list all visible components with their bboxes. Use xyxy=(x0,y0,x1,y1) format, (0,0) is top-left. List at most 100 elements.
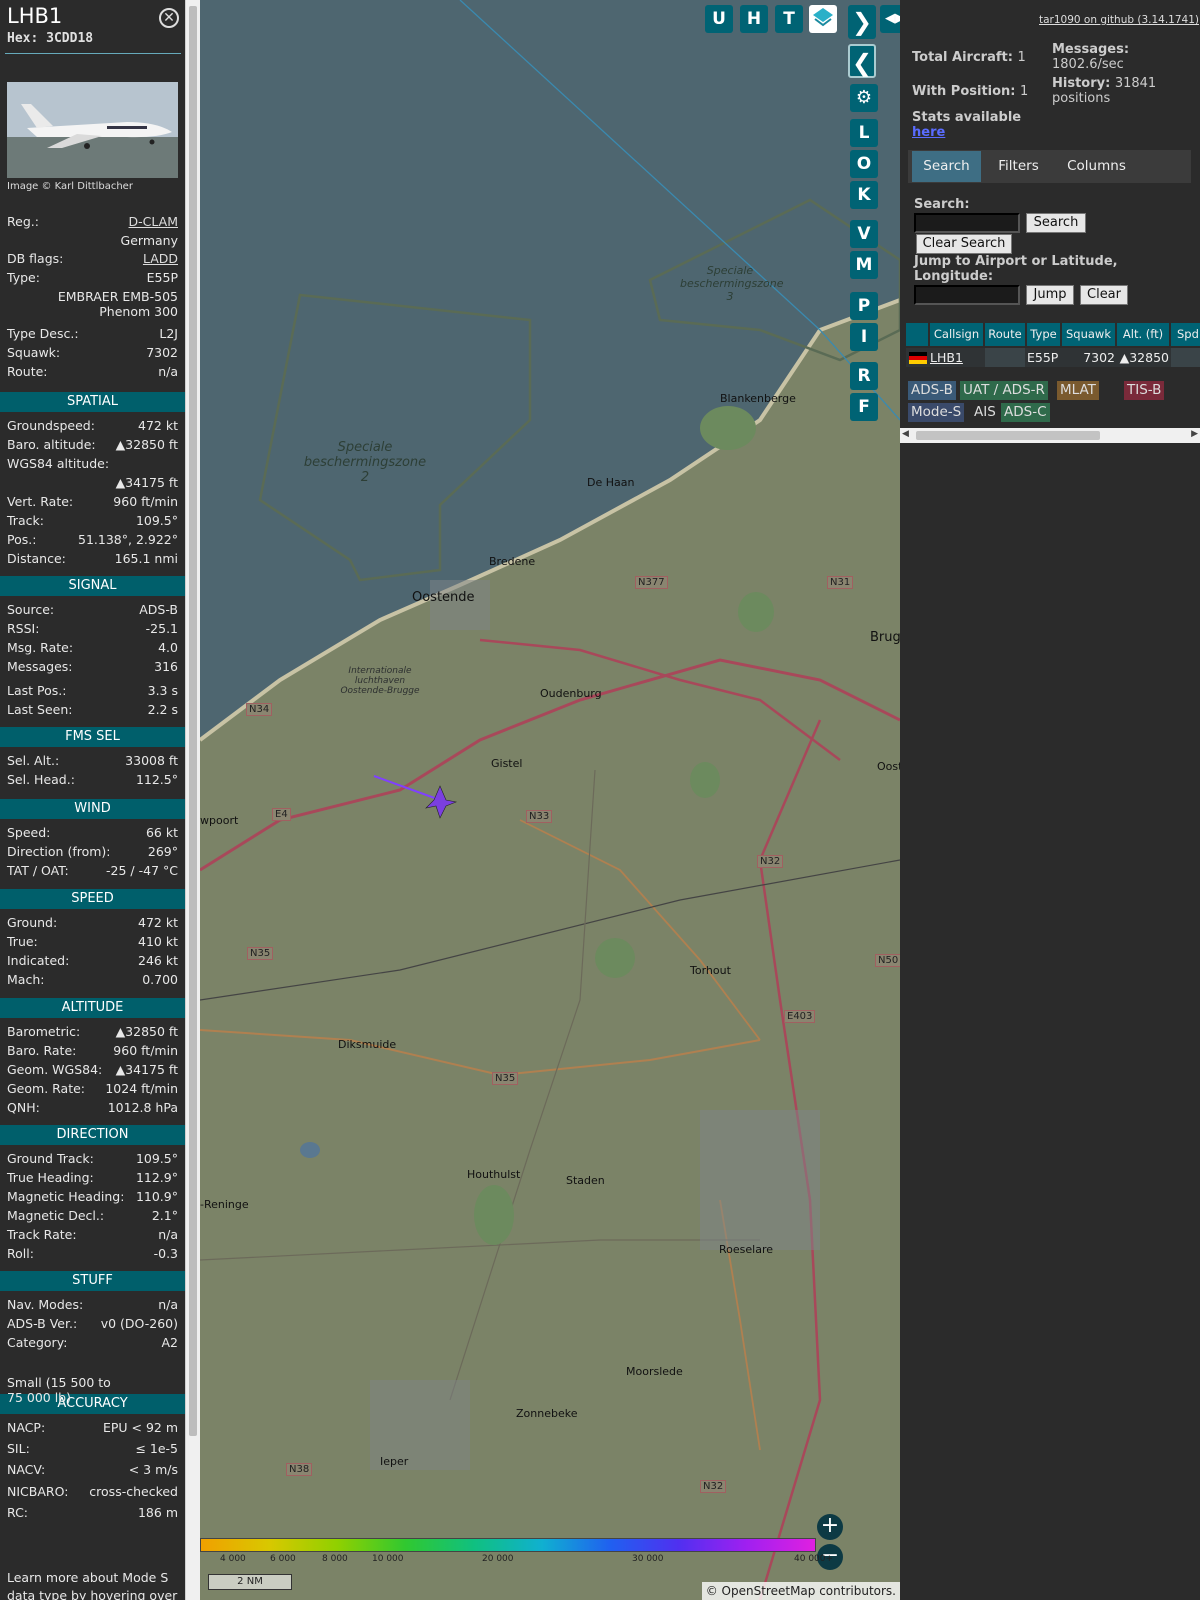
altitude-value: ▲32850 ft xyxy=(115,1024,178,1039)
road-label: N35 xyxy=(247,947,274,960)
source-badge[interactable]: AIS xyxy=(971,403,999,422)
place-roeselare: Roeselare xyxy=(719,1243,773,1256)
signal-value: 2.2 s xyxy=(147,702,178,717)
layers-icon[interactable] xyxy=(809,5,837,33)
column-speed[interactable]: Spd xyxy=(1171,323,1200,346)
place-oudenburg: Oudenburg xyxy=(540,687,602,700)
table-horizontal-scrollbar[interactable]: ◀ ▶ xyxy=(900,428,1200,443)
jump-input[interactable] xyxy=(914,285,1020,305)
search-label: Search: xyxy=(914,197,970,212)
source-badge[interactable]: ADS-C xyxy=(1001,403,1050,422)
map-button-m[interactable]: M xyxy=(850,251,878,279)
info-type: Type: E55P xyxy=(7,270,178,285)
map-button-p[interactable]: P xyxy=(850,292,878,320)
stats-link[interactable]: here xyxy=(912,125,945,140)
altitude-scale-label: 6 000 xyxy=(270,1554,296,1564)
altitude-row: QNH: 1012.8 hPa xyxy=(7,1100,178,1115)
direction-label: Track Rate: xyxy=(7,1227,77,1242)
search-input[interactable] xyxy=(914,213,1020,233)
zoom-in-icon[interactable]: + xyxy=(817,1514,843,1540)
row-altitude: ▲32850 xyxy=(1119,350,1169,365)
map-button-o[interactable]: O xyxy=(850,150,878,178)
row-callsign[interactable]: LHB1 xyxy=(930,348,963,367)
spatial-label: Pos.: xyxy=(7,532,37,547)
tab-columns[interactable]: Columns xyxy=(1055,151,1138,182)
fms-row: Sel. Head.: 112.5° xyxy=(7,772,178,787)
signal-row: RSSI: -25.1 xyxy=(7,621,178,636)
source-badge[interactable]: TIS-B xyxy=(1124,381,1165,400)
map-button-v[interactable]: V xyxy=(850,220,878,248)
zone-label-3: Speciale beschermingszone 3 xyxy=(680,264,784,303)
clear-search-button[interactable]: Clear Search xyxy=(916,234,1012,254)
tab-filters[interactable]: Filters xyxy=(985,151,1052,182)
reg-link[interactable]: D-CLAM xyxy=(129,214,178,229)
close-icon[interactable]: ✕ xyxy=(159,8,179,28)
history-count: History: 31841 positions xyxy=(1052,76,1157,106)
gear-icon[interactable]: ⚙ xyxy=(850,84,878,112)
aircraft-hex: Hex: 3CDD18 xyxy=(7,31,94,46)
column-route[interactable]: Route xyxy=(985,323,1025,346)
road-label: E4 xyxy=(272,808,291,821)
map-button-t[interactable]: T xyxy=(775,5,803,33)
section-wind[interactable]: WIND xyxy=(0,799,185,819)
map-button-i[interactable]: I xyxy=(850,323,878,351)
section-fms[interactable]: FMS SEL xyxy=(0,727,185,747)
signal-value: 4.0 xyxy=(158,640,178,655)
scroll-thumb[interactable] xyxy=(916,431,1100,440)
jump-button[interactable]: Jump xyxy=(1026,285,1074,305)
aircraft-photo[interactable] xyxy=(7,82,178,178)
toggle-sidebar-right-icon[interactable]: ❯ xyxy=(848,5,876,39)
column-type[interactable]: Type xyxy=(1027,323,1060,346)
info-type-name: EMBRAER EMB-505 xyxy=(57,289,178,304)
fms-value: 33008 ft xyxy=(125,753,178,768)
map-button-f[interactable]: F xyxy=(850,393,878,421)
source-badge[interactable]: ADS-B xyxy=(908,381,956,400)
source-badge[interactable]: Mode-S xyxy=(908,403,965,422)
column-squawk[interactable]: Squawk xyxy=(1062,323,1115,346)
place-zonnebeke: Zonnebeke xyxy=(516,1407,578,1420)
altitude-row: Baro. Rate: 960 ft/min xyxy=(7,1043,178,1058)
toggle-sidebar-left-icon[interactable]: ❮ xyxy=(848,44,876,78)
search-button[interactable]: Search xyxy=(1026,213,1086,233)
section-altitude[interactable]: ALTITUDE xyxy=(0,998,185,1018)
section-signal[interactable]: SIGNAL xyxy=(0,576,185,596)
stuff-row: Category: A2 xyxy=(7,1335,178,1350)
wind-label: Speed: xyxy=(7,825,51,840)
map-button-l[interactable]: L xyxy=(850,119,878,147)
direction-label: Magnetic Heading: xyxy=(7,1189,125,1204)
place-reninge: -Reninge xyxy=(200,1198,249,1211)
fms-row: Sel. Alt.: 33008 ft xyxy=(7,753,178,768)
clear-button[interactable]: Clear xyxy=(1080,285,1128,305)
source-badge[interactable]: MLAT xyxy=(1057,381,1099,400)
column-altitude[interactable]: Alt. (ft) xyxy=(1117,323,1169,346)
section-speed[interactable]: SPEED xyxy=(0,889,185,909)
signal-row: Msg. Rate: 4.0 xyxy=(7,640,178,655)
signal-value: ADS-B xyxy=(139,602,178,617)
source-badge[interactable]: UAT / ADS-R xyxy=(960,381,1048,400)
column-callsign[interactable]: Callsign xyxy=(930,323,983,346)
map-attribution[interactable]: © OpenStreetMap contributors. xyxy=(701,1582,900,1600)
map-button-k[interactable]: K xyxy=(850,181,878,209)
github-link[interactable]: tar1090 on github (3.14.1741) xyxy=(1039,14,1199,26)
signal-row: Last Pos.: 3.3 s xyxy=(7,683,178,698)
speed-row: Mach: 0.700 xyxy=(7,972,178,987)
road-label: N38 xyxy=(286,1463,313,1476)
sidebar-scrollbar[interactable] xyxy=(185,0,200,1600)
info-reg: Reg.: D-CLAM xyxy=(7,214,178,229)
map-button-h[interactable]: H xyxy=(740,5,768,33)
map-button-r[interactable]: R xyxy=(850,362,878,390)
map-view[interactable]: Blankenberge De Haan Bredene Oostende Br… xyxy=(200,0,900,1600)
section-spatial[interactable]: SPATIAL xyxy=(0,392,185,412)
place-bredene: Bredene xyxy=(489,555,536,568)
section-direction[interactable]: DIRECTION xyxy=(0,1125,185,1145)
dbflags-link[interactable]: LADD xyxy=(143,251,178,266)
tab-search[interactable]: Search xyxy=(912,151,981,182)
scrollbar-thumb[interactable] xyxy=(189,6,197,1436)
signal-row: Last Seen: 2.2 s xyxy=(7,702,178,717)
expand-width-icon[interactable]: ◀▶ xyxy=(880,5,900,33)
spatial-row: Vert. Rate: 960 ft/min xyxy=(7,494,178,509)
scroll-left-icon[interactable]: ◀ xyxy=(902,429,909,439)
section-stuff[interactable]: STUFF xyxy=(0,1271,185,1291)
scroll-right-icon[interactable]: ▶ xyxy=(1191,429,1198,439)
map-button-u[interactable]: U xyxy=(705,5,733,33)
